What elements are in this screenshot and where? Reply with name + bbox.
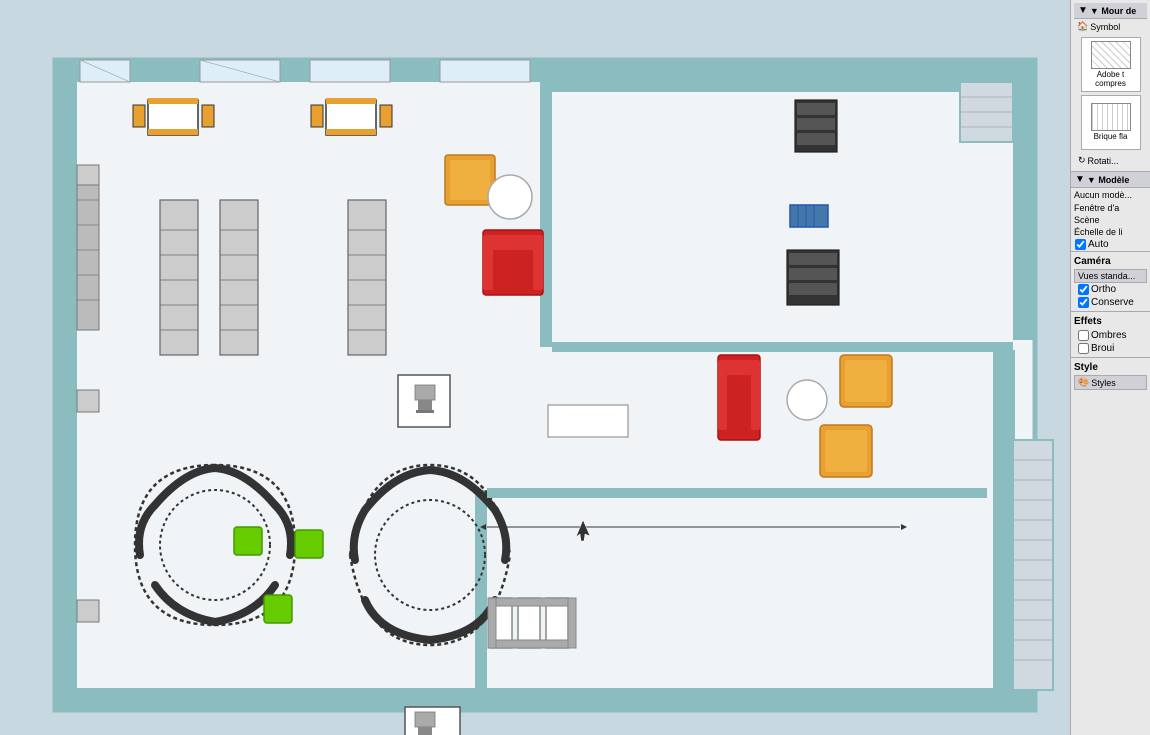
echelle-label: Échelle de li [1074,227,1147,237]
modele-section-title: ▼ ▼ Modèle [1071,172,1150,188]
modele-none-label: Aucun modè... [1071,188,1150,202]
fenetre-label: Fenêtre d'a [1074,203,1147,213]
auto-row: Auto [1071,238,1150,251]
symbol-label: Symbol [1090,22,1120,32]
symbol-card-1[interactable]: Adobe t compres [1081,37,1141,92]
right-panel: ▼ ▼ Mour de 🏠 Symbol Adobe t compres Bri… [1070,0,1150,735]
home-icon: 🏠 [1077,21,1088,32]
styles-label: Styles [1091,378,1116,388]
mould-arrow-icon: ▼ [1078,5,1088,16]
rotation-label: Rotati... [1088,156,1119,166]
rotation-row: ↻ Rotati... [1074,153,1147,168]
ortho-row: Ortho [1074,283,1147,296]
rotation-icon: ↻ [1078,155,1086,166]
ortho-checkbox[interactable] [1078,284,1089,295]
auto-checkbox[interactable] [1075,239,1086,250]
broui-label: Broui [1091,343,1114,354]
mould-title: ▼ Mour de [1090,6,1136,16]
symbol-row: 🏠 Symbol [1074,19,1147,34]
ombres-row: Ombres [1074,329,1147,342]
modele-title: ▼ Modèle [1087,175,1129,185]
auto-label: Auto [1088,239,1109,250]
style-icon: 🎨 [1078,377,1089,388]
floor-plan [0,0,1070,735]
style-title: Style [1074,360,1147,375]
conserver-checkbox[interactable] [1078,297,1089,308]
modele-none: Aucun modè... [1074,190,1147,200]
fenetre-row: Fenêtre d'a [1071,202,1150,214]
mould-section: ▼ ▼ Mour de 🏠 Symbol Adobe t compres Bri… [1071,0,1150,172]
symbol2-label: Brique fla [1094,133,1128,142]
conserver-row: Conserve [1074,296,1147,309]
modele-section: ▼ ▼ Modèle Aucun modè... Fenêtre d'a Scè… [1071,172,1150,252]
symbol1-label: Adobe t compres [1082,71,1140,89]
broui-row: Broui [1074,342,1147,355]
conserver-label: Conserve [1091,297,1134,308]
symbol-preview-1 [1091,41,1131,69]
symbol-card-2[interactable]: Brique fla [1081,95,1141,150]
symbol-preview-2 [1091,103,1131,131]
ombres-checkbox[interactable] [1078,330,1089,341]
ombres-label: Ombres [1091,330,1127,341]
vues-label: Vues standa... [1078,271,1135,281]
echelle-row: Échelle de li [1071,226,1150,238]
mould-section-title: ▼ ▼ Mour de [1074,3,1147,19]
effets-title: Effets [1074,314,1147,329]
effets-section: Effets Ombres Broui [1071,312,1150,358]
modele-arrow-icon: ▼ [1075,174,1085,185]
camera-section: Caméra Vues standa... Ortho Conserve [1071,252,1150,312]
scene-row: Scène [1071,214,1150,226]
broui-checkbox[interactable] [1078,343,1089,354]
ortho-label: Ortho [1091,284,1116,295]
camera-title: Caméra [1074,254,1147,269]
style-section: Style 🎨 Styles [1071,358,1150,392]
vues-button[interactable]: Vues standa... [1074,269,1147,283]
styles-button[interactable]: 🎨 Styles [1074,375,1147,390]
scene-label: Scène [1074,215,1147,225]
